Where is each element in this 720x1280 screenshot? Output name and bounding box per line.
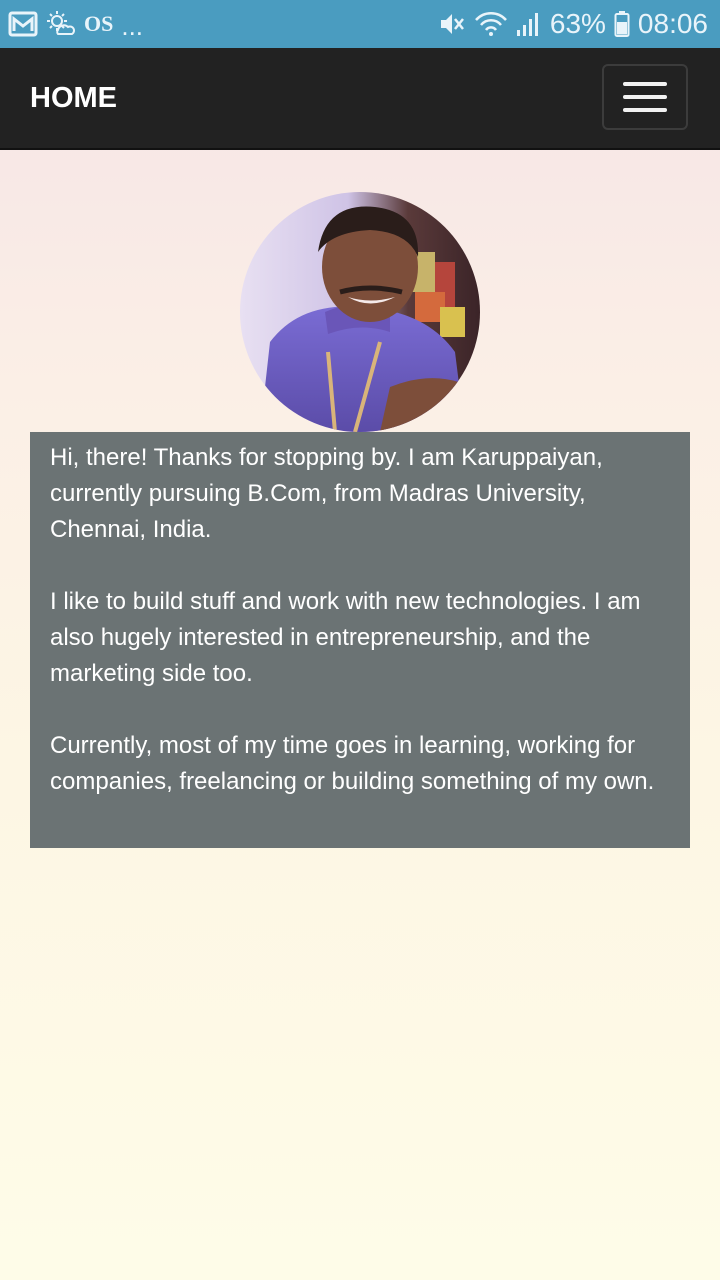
about-paragraph: I like to build stuff and work with new … [50, 588, 641, 687]
gmail-icon [8, 10, 38, 38]
battery-percent: 63% [549, 8, 606, 39]
mute-icon [438, 10, 466, 38]
battery-icon [614, 10, 630, 38]
status-bar-right: 63% 08:06 [438, 0, 708, 48]
weather-icon [46, 10, 76, 38]
status-bar-left: OS ... [8, 0, 143, 48]
about-paragraph: Currently, most of my time goes in learn… [50, 732, 655, 795]
about-text-box: Hi, there! Thanks for stopping by. I am … [30, 432, 690, 848]
signal-icon [516, 10, 542, 38]
avatar [240, 192, 480, 432]
navbar-brand-home[interactable]: HOME [30, 48, 117, 148]
hamburger-icon [623, 108, 667, 112]
hamburger-icon [623, 95, 667, 99]
os-label: OS [84, 11, 114, 36]
hamburger-icon [623, 82, 667, 86]
navbar: HOME [0, 48, 720, 150]
profile-photo [240, 192, 480, 432]
status-bar: OS ... 63% 08:06 [0, 0, 720, 48]
about-paragraph: Hi, there! Thanks for stopping by. I am … [50, 444, 603, 543]
wifi-icon [474, 10, 508, 38]
clock: 08:06 [637, 8, 708, 39]
overflow-dots: ... [121, 10, 144, 41]
menu-toggle-button[interactable] [602, 64, 688, 130]
